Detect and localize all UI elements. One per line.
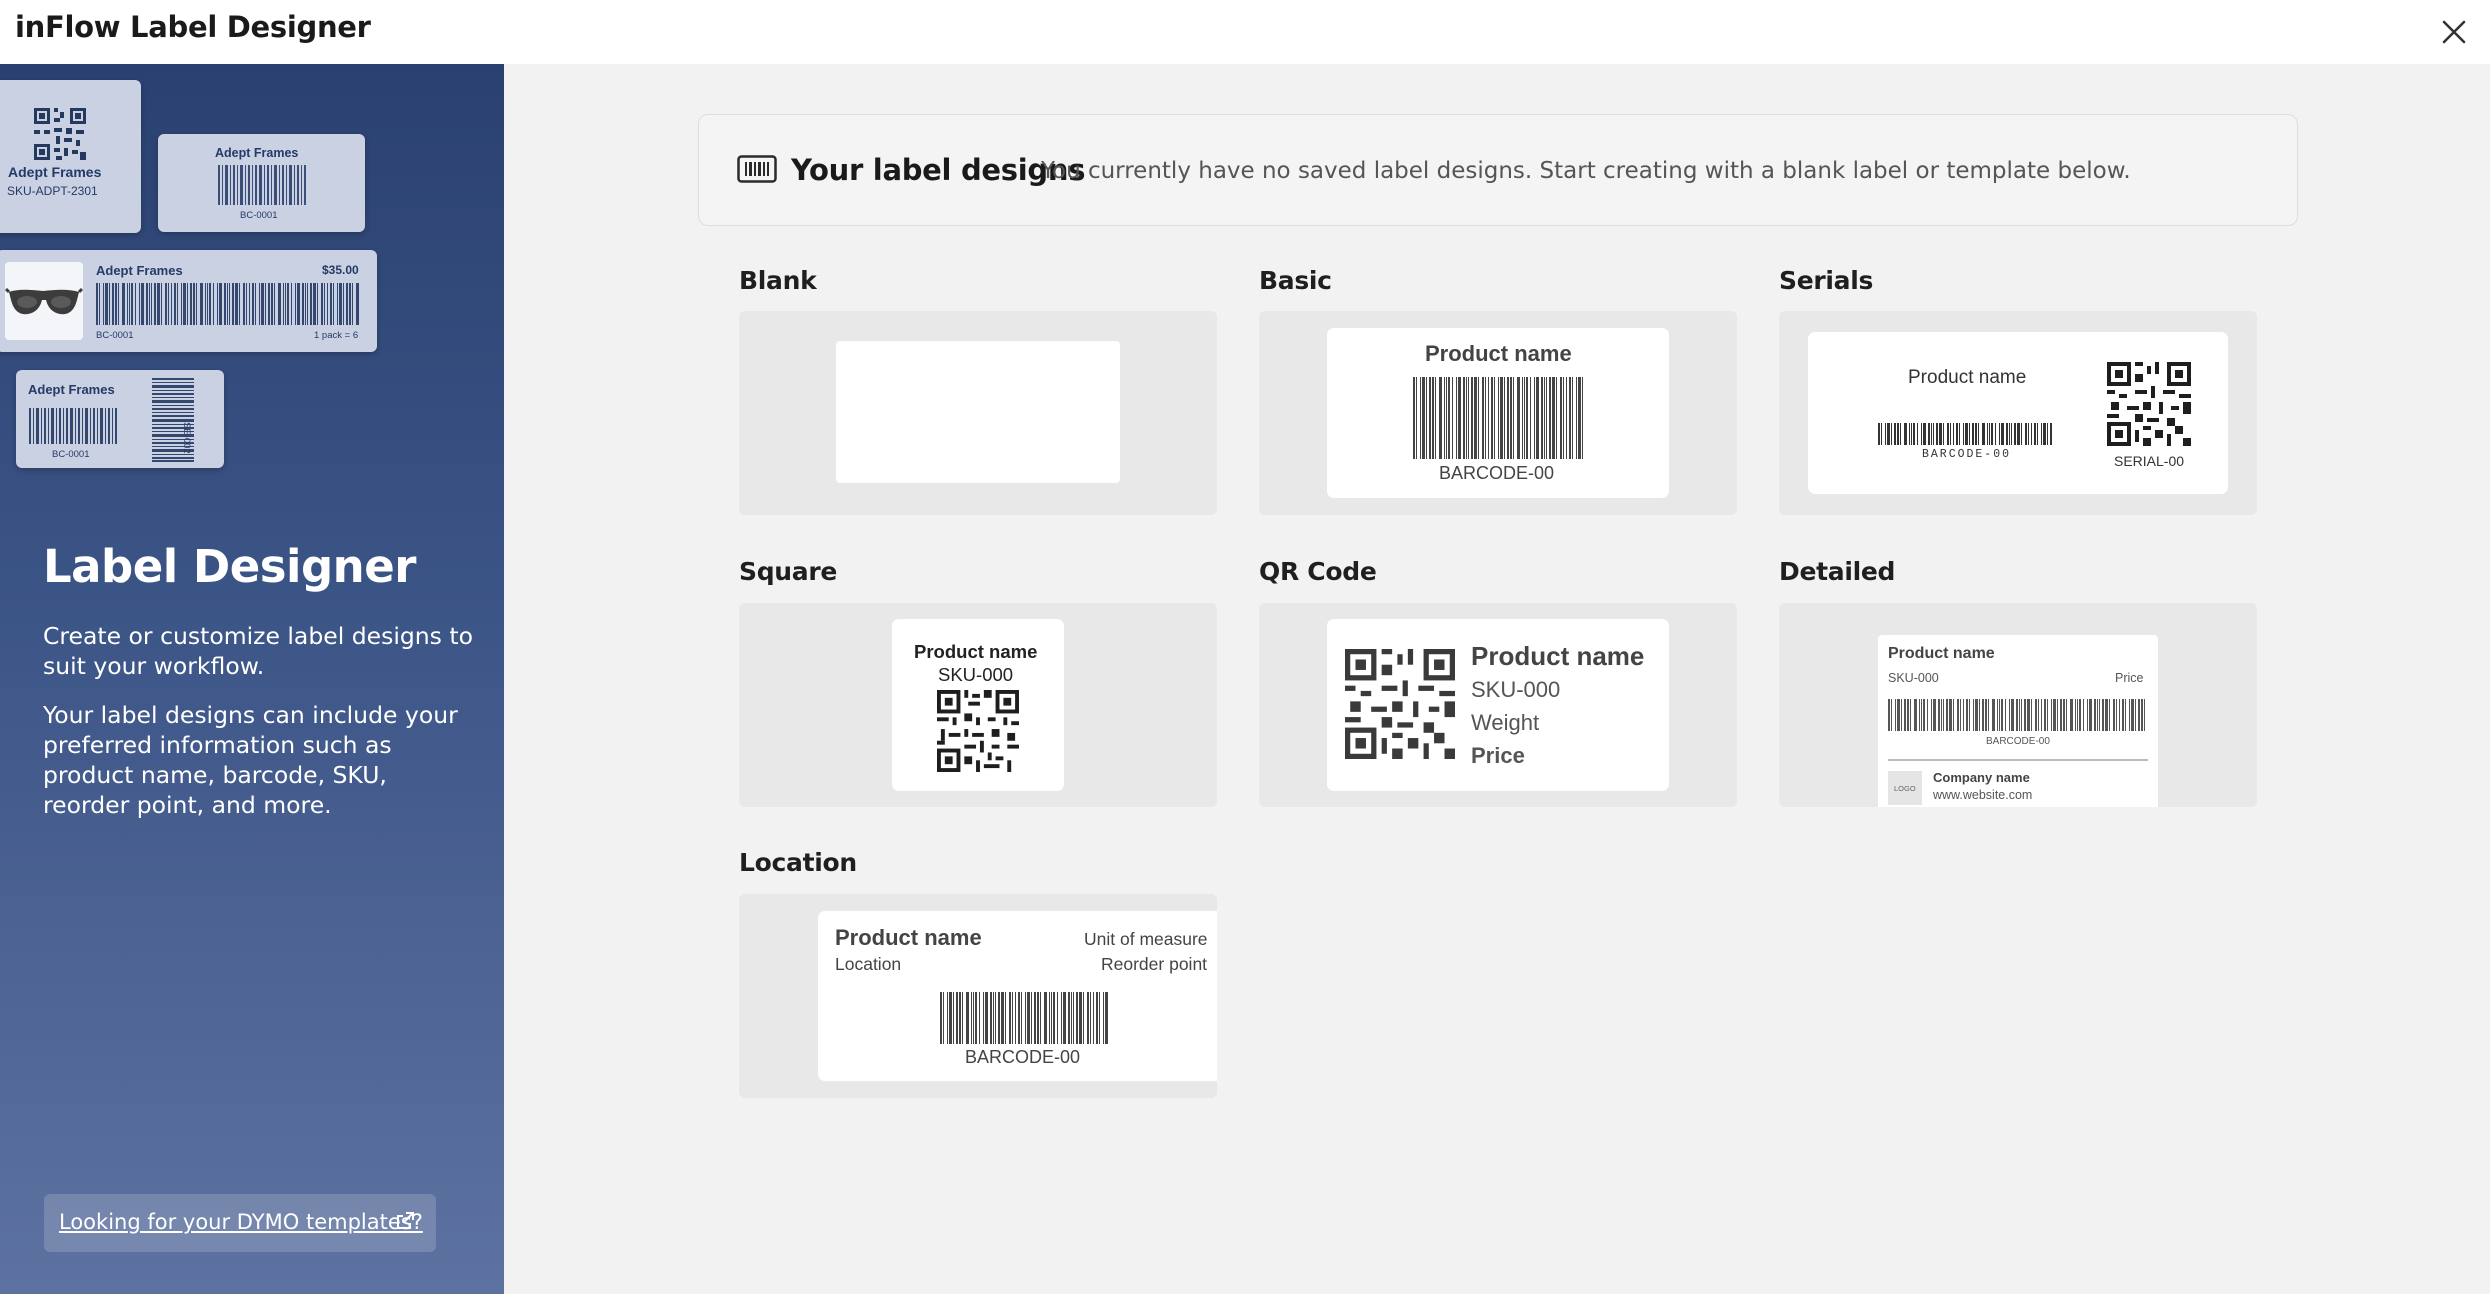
serials-product-name: Product name — [1908, 367, 2027, 388]
preview-qr-sku: SKU-ADPT-2301 — [7, 184, 98, 198]
preview-price-pack: 1 pack = 6 — [314, 330, 359, 341]
external-link-icon — [397, 1212, 414, 1229]
location-label-preview: Product name Unit of measure Location Re… — [818, 911, 1217, 1081]
serials-serial-text: SERIAL-00 — [2114, 453, 2185, 469]
location-location: Location — [835, 954, 902, 974]
basic-barcode-text: BARCODE-00 — [1439, 463, 1555, 483]
barcode-graphic — [29, 408, 117, 444]
sidebar-title: Label Designer — [43, 540, 416, 593]
detailed-barcode-text: BARCODE-00 — [1986, 736, 2050, 747]
template-title-detailed: Detailed — [1779, 557, 1896, 586]
sidebar-description-2: Your label designs can include your pref… — [43, 701, 458, 819]
barcode-graphic — [218, 165, 306, 205]
serials-label-preview: Product name BARCODE-00 SERIAL-00 — [1808, 332, 2228, 494]
preview-vertical-name: Adept Frames — [28, 382, 115, 397]
qr-code-weight: Weight — [1471, 710, 1540, 735]
detailed-company-name: Company name — [1933, 770, 2030, 785]
detailed-label-preview: Product name SKU-000 Price BARCODE-00 LO… — [1878, 635, 2158, 807]
barcode-graphic — [940, 992, 1108, 1044]
qr-code-price: Price — [1471, 743, 1525, 768]
location-product-name: Product name — [835, 925, 982, 950]
barcode-graphic — [96, 283, 359, 325]
qr-code-sku: SKU-000 — [1471, 677, 1561, 702]
barcode-graphic — [1878, 423, 2052, 445]
template-title-basic: Basic — [1259, 266, 1332, 295]
location-unit-of-measure: Unit of measure — [1084, 929, 1208, 949]
preview-vertical-code: BC-0001 — [52, 449, 90, 460]
barcode-graphic — [1413, 377, 1583, 459]
app-title: inFlow Label Designer — [15, 10, 371, 44]
template-card-square[interactable]: Product name SKU-000 — [739, 603, 1217, 807]
preview-price-label: Adept Frames $35.00 BC-0001 1 pack = 6 — [0, 250, 377, 352]
serials-barcode-text: BARCODE-00 — [1922, 448, 2012, 461]
blank-label-preview — [836, 341, 1120, 483]
template-card-location[interactable]: Product name Unit of measure Location Re… — [739, 894, 1217, 1098]
preview-price-name: Adept Frames — [96, 263, 183, 278]
banner-subtitle: You currently have no saved label design… — [1041, 158, 2131, 184]
template-title-qr-code: QR Code — [1259, 557, 1377, 586]
template-title-location: Location — [739, 848, 857, 877]
qr-code-label-preview: Product name SKU-000 Weight Price — [1327, 619, 1669, 791]
preview-qr-label: Adept Frames SKU-ADPT-2301 — [0, 80, 141, 233]
square-label-preview: Product name SKU-000 — [892, 619, 1064, 791]
qr-code-icon — [1345, 649, 1455, 759]
preview-price-value: $35.00 — [322, 263, 359, 277]
preview-vertical-label: Adept Frames BC-0001 SE-002 — [16, 370, 224, 468]
qr-code-icon — [937, 690, 1019, 772]
detailed-divider — [1888, 759, 2148, 761]
product-image — [4, 262, 84, 340]
template-title-blank: Blank — [739, 266, 817, 295]
your-label-designs-banner: Your label designs You currently have no… — [698, 114, 2298, 226]
template-card-basic[interactable]: Product name BARCODE-00 — [1259, 311, 1737, 515]
close-button[interactable] — [2436, 14, 2472, 50]
template-card-blank[interactable] — [739, 311, 1217, 515]
sidebar: Adept Frames SKU-ADPT-2301 Adept Frames … — [0, 64, 504, 1294]
dymo-link-text: Looking for your DYMO templates? — [59, 1210, 423, 1234]
square-sku: SKU-000 — [938, 664, 1014, 685]
preview-barcode-label: Adept Frames BC-0001 — [158, 134, 365, 232]
preview-barcode-name: Adept Frames — [215, 146, 299, 160]
detailed-product-name: Product name — [1888, 645, 1995, 662]
template-card-serials[interactable]: Product name BARCODE-00 SERIAL-00 — [1779, 311, 2257, 515]
preview-price-code: BC-0001 — [96, 330, 134, 341]
location-barcode-text: BARCODE-00 — [965, 1047, 1081, 1067]
template-card-qr-code[interactable]: Product name SKU-000 Weight Price — [1259, 603, 1737, 807]
close-icon — [2442, 20, 2466, 44]
title-bar: inFlow Label Designer — [0, 0, 2490, 64]
barcode-graphic — [1888, 699, 2145, 731]
template-title-square: Square — [739, 557, 838, 586]
preview-barcode-code: BC-0001 — [240, 210, 278, 221]
template-title-serials: Serials — [1779, 266, 1874, 295]
qr-code-product-name: Product name — [1471, 641, 1645, 671]
barcode-icon — [737, 155, 777, 183]
square-product-name: Product name — [914, 641, 1038, 662]
location-reorder-point: Reorder point — [1101, 954, 1208, 974]
preview-vertical-side-code: SE-002 — [181, 422, 192, 454]
detailed-website: www.website.com — [1933, 788, 2033, 802]
qr-code-icon — [2107, 362, 2191, 446]
preview-qr-name: Adept Frames — [8, 164, 102, 180]
dymo-templates-link[interactable]: Looking for your DYMO templates? — [44, 1194, 436, 1252]
qr-code-icon — [34, 108, 86, 160]
sunglasses-icon — [4, 287, 84, 315]
basic-label-preview: Product name BARCODE-00 — [1327, 328, 1669, 498]
template-card-detailed[interactable]: Product name SKU-000 Price BARCODE-00 LO… — [1779, 603, 2257, 807]
detailed-logo-box: LOGO — [1888, 771, 1922, 805]
basic-product-name: Product name — [1425, 341, 1572, 366]
sidebar-description-1: Create or customize label designs to sui… — [43, 622, 473, 680]
detailed-price: Price — [2115, 671, 2144, 685]
detailed-logo-text: LOGO — [1894, 784, 1916, 793]
detailed-sku: SKU-000 — [1888, 671, 1939, 685]
